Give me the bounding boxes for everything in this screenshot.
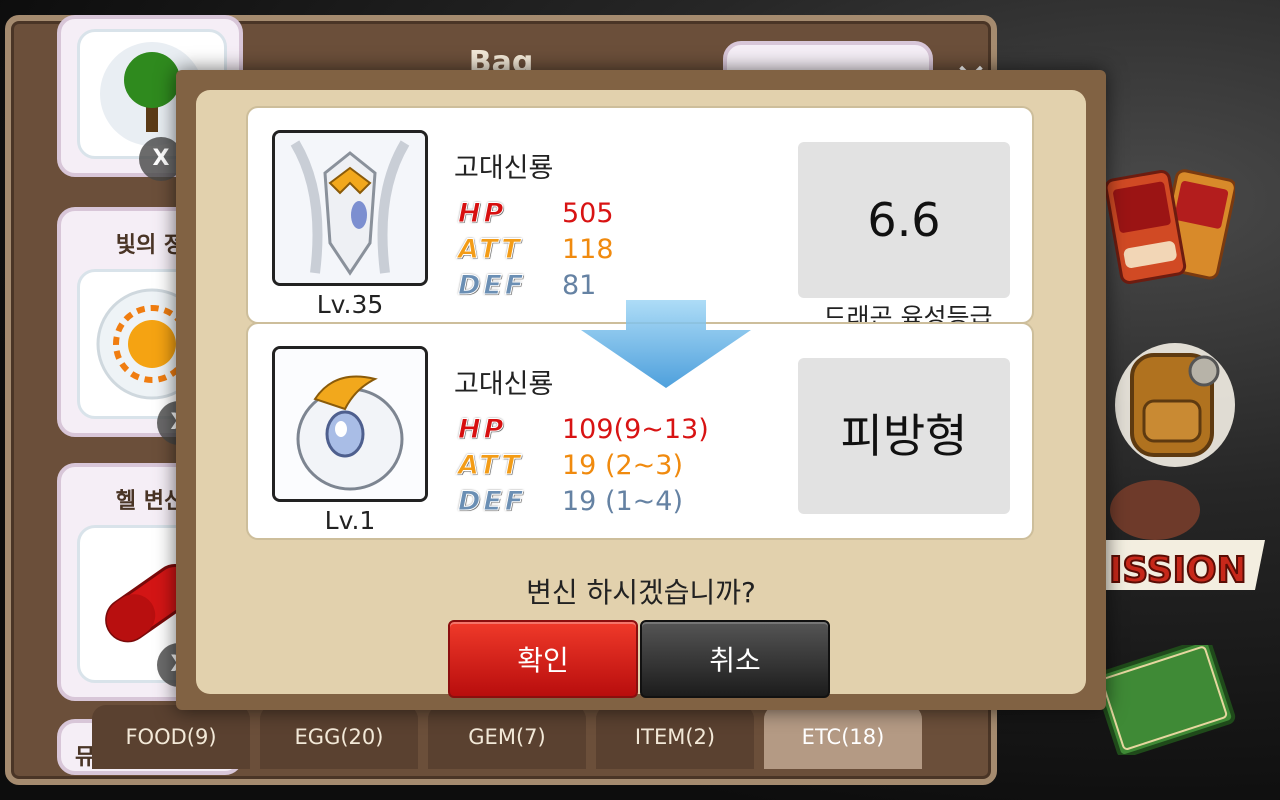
baby-dragon-portrait xyxy=(272,346,428,502)
down-arrow-icon xyxy=(581,300,751,388)
cancel-button[interactable]: 취소 xyxy=(640,620,830,698)
confirm-question: 변신 하시겠습니까? xyxy=(526,576,756,609)
confirm-button[interactable]: 확인 xyxy=(448,620,638,698)
dragon-name: 고대신룡 xyxy=(454,369,554,400)
att-value: 19 (2~3) xyxy=(562,450,683,481)
mission-icon: ISSION xyxy=(1105,480,1265,592)
def-value: 19 (1~4) xyxy=(562,486,683,517)
adult-dragon-icon xyxy=(275,133,425,283)
def-value: 81 xyxy=(562,270,597,301)
tab-etc[interactable]: ETC(18) xyxy=(764,705,922,769)
bag-category-tabs: FOOD(9) EGG(20) GEM(7) ITEM(2) ETC(18) xyxy=(92,705,922,769)
level-label: Lv.1 xyxy=(324,506,376,535)
card-icon xyxy=(1104,169,1237,284)
level-label: Lv.35 xyxy=(316,290,384,319)
dragon-name: 고대신룡 xyxy=(454,153,554,184)
hp-value: 109(9~13) xyxy=(562,414,709,445)
hp-label: HP xyxy=(457,198,507,230)
bag-menu-button[interactable] xyxy=(1100,325,1250,475)
att-label: ATT xyxy=(458,450,523,482)
dragon-type-box: 피방형 xyxy=(798,358,1010,514)
def-label: DEF xyxy=(457,486,527,518)
hp-value: 505 xyxy=(562,198,614,229)
book-menu-button[interactable] xyxy=(1085,638,1245,758)
dragon-before-panel: Lv.35 고대신룡 HP 505 ATT 118 DEF 81 6.6 드래곤… xyxy=(246,106,1034,326)
baby-dragon-icon xyxy=(275,349,425,499)
book-of-dragons-icon xyxy=(1093,638,1236,758)
tab-egg[interactable]: EGG(20) xyxy=(260,705,418,769)
def-label: DEF xyxy=(457,270,527,302)
tab-food[interactable]: FOOD(9) xyxy=(92,705,250,769)
adult-dragon-portrait xyxy=(272,130,428,286)
transform-confirm-dialog: Lv.35 고대신룡 HP 505 ATT 118 DEF 81 6.6 드래곤… xyxy=(176,70,1106,710)
dialog-body: Lv.35 고대신룡 HP 505 ATT 118 DEF 81 6.6 드래곤… xyxy=(196,90,1086,698)
mission-menu-button[interactable]: ISSION xyxy=(1095,470,1275,610)
mission-label: ISSION xyxy=(1109,550,1247,591)
att-value: 118 xyxy=(562,234,614,265)
hp-label: HP xyxy=(457,414,507,446)
grade-value-box: 6.6 xyxy=(798,142,1010,298)
backpack-icon xyxy=(1115,343,1235,467)
att-label: ATT xyxy=(458,234,523,266)
card-menu-button[interactable] xyxy=(1104,165,1237,295)
tab-gem[interactable]: GEM(7) xyxy=(428,705,586,769)
tab-item[interactable]: ITEM(2) xyxy=(596,705,754,769)
